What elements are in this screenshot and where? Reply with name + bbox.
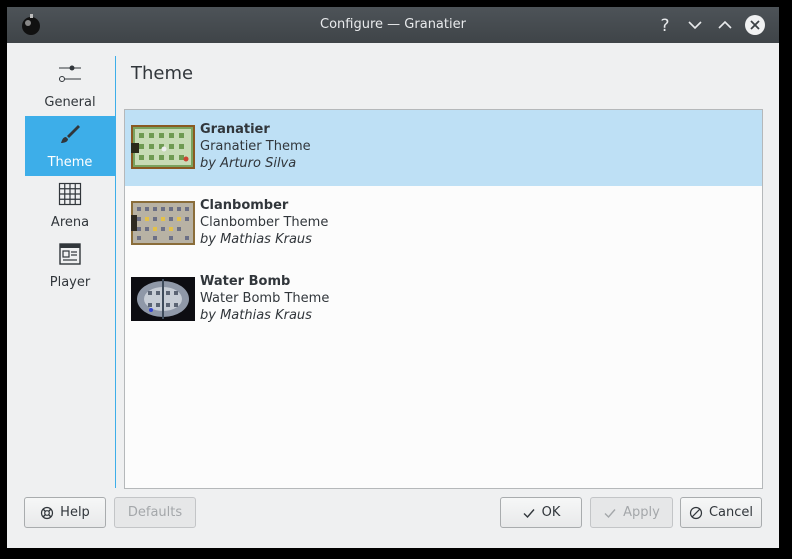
help-button-label: Help bbox=[60, 505, 90, 520]
theme-description: Clanbomber Theme bbox=[200, 215, 329, 230]
close-icon[interactable] bbox=[743, 13, 767, 37]
defaults-button[interactable]: Defaults bbox=[114, 497, 196, 528]
svg-text:?: ? bbox=[660, 16, 669, 36]
minimize-icon[interactable] bbox=[683, 13, 707, 37]
grid-icon bbox=[58, 182, 82, 206]
brush-icon bbox=[58, 122, 82, 146]
lifebuoy-icon bbox=[40, 506, 54, 520]
defaults-button-label: Defaults bbox=[127, 505, 183, 520]
ok-button[interactable]: OK bbox=[500, 497, 582, 528]
apply-button-label: Apply bbox=[623, 505, 660, 520]
theme-item-clanbomber[interactable]: Clanbomber Clanbomber Theme by Mathias K… bbox=[125, 186, 762, 262]
apply-button[interactable]: Apply bbox=[590, 497, 673, 528]
sidebar-item-label: General bbox=[44, 95, 96, 110]
sidebar-item-theme[interactable]: Theme bbox=[25, 116, 115, 176]
help-icon[interactable]: ? bbox=[653, 13, 677, 37]
theme-preview-image bbox=[131, 277, 195, 321]
maximize-icon[interactable] bbox=[713, 13, 737, 37]
theme-description: Granatier Theme bbox=[200, 139, 311, 154]
page-title: Theme bbox=[131, 63, 194, 84]
theme-list[interactable]: Granatier Granatier Theme by Arturo Silv… bbox=[124, 109, 763, 489]
cancel-button[interactable]: Cancel bbox=[680, 497, 762, 528]
sidebar-item-player[interactable]: Player bbox=[25, 236, 115, 296]
theme-author: by Mathias Kraus bbox=[200, 308, 312, 323]
theme-description: Water Bomb Theme bbox=[200, 291, 330, 306]
theme-item-water-bomb[interactable]: Water Bomb Water Bomb Theme by Mathias K… bbox=[125, 262, 762, 338]
sliders-icon bbox=[58, 62, 82, 86]
checkmark-icon bbox=[522, 506, 536, 520]
theme-preview-image bbox=[131, 201, 195, 245]
player-icon bbox=[58, 242, 82, 266]
sidebar-item-label: Theme bbox=[47, 155, 93, 170]
cancel-button-label: Cancel bbox=[708, 505, 754, 520]
theme-item-granatier[interactable]: Granatier Granatier Theme by Arturo Silv… bbox=[125, 110, 762, 186]
title-bar[interactable]: Configure — Granatier ? bbox=[7, 7, 779, 43]
theme-name: Clanbomber bbox=[200, 198, 289, 213]
theme-name: Granatier bbox=[200, 122, 270, 137]
theme-author: by Mathias Kraus bbox=[200, 232, 312, 247]
configure-dialog: Configure — Granatier ? General Theme Ar… bbox=[7, 7, 779, 548]
sidebar-divider bbox=[115, 56, 116, 488]
sidebar-item-label: Player bbox=[49, 275, 91, 290]
sidebar-item-arena[interactable]: Arena bbox=[25, 176, 115, 236]
ok-button-label: OK bbox=[541, 505, 561, 520]
theme-preview-image bbox=[131, 125, 195, 169]
cancel-icon bbox=[689, 506, 703, 520]
sidebar-item-general[interactable]: General bbox=[25, 56, 115, 116]
checkmark-icon bbox=[603, 506, 617, 520]
theme-author: by Arturo Silva bbox=[200, 156, 297, 171]
sidebar: General Theme Arena Player bbox=[25, 56, 115, 296]
sidebar-item-label: Arena bbox=[50, 215, 90, 230]
theme-name: Water Bomb bbox=[200, 274, 291, 289]
help-button[interactable]: Help bbox=[24, 497, 106, 528]
